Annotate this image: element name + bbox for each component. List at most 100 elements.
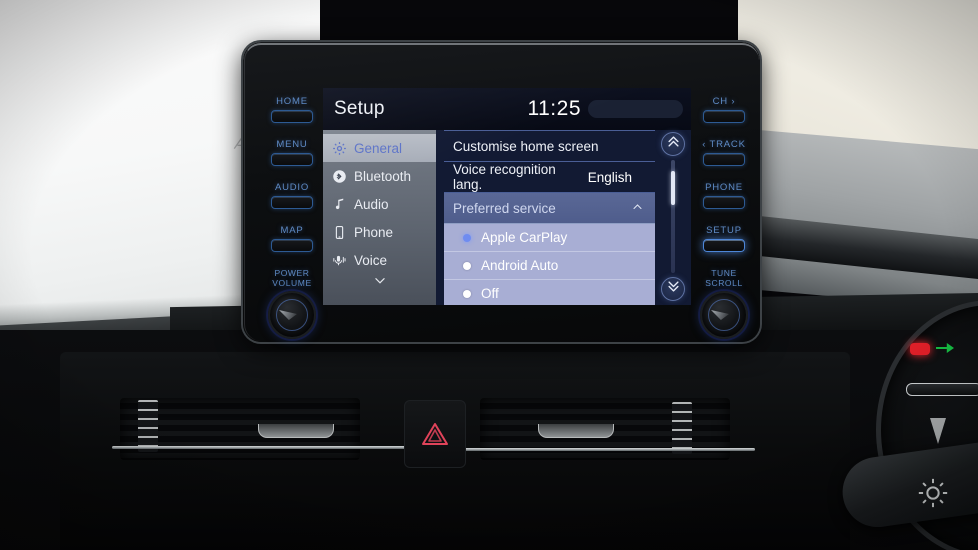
list-group-preferred-service[interactable]: Preferred service <box>444 193 655 224</box>
track-back-button-key[interactable] <box>703 153 745 166</box>
menu-button-label: MENU <box>276 139 308 150</box>
setup-button-key[interactable] <box>703 239 745 252</box>
map-button[interactable]: MAP <box>263 225 321 252</box>
sidebar-item-voice[interactable]: Voice <box>323 246 436 274</box>
map-button-label: MAP <box>280 225 304 236</box>
channel-up-button-key[interactable] <box>703 110 745 123</box>
menu-button-key[interactable] <box>271 153 313 166</box>
air-vent-left-handle[interactable] <box>258 424 334 438</box>
channel-up-button[interactable]: CH › <box>695 96 753 123</box>
vent-slider-left[interactable] <box>138 400 158 452</box>
power-volume-knob-group[interactable]: POWER VOLUME <box>263 268 321 339</box>
hardware-buttons-right: CH › ‹ TRACK PHONE SETUP TUNE SCROLL <box>695 96 753 355</box>
hardware-buttons-left: HOME MENU AUDIO MAP POWER VOLUME <box>263 96 321 355</box>
scroll-up-button[interactable] <box>661 132 685 156</box>
home-button[interactable]: HOME <box>263 96 321 123</box>
power-volume-label-line1: POWER <box>274 268 310 278</box>
radio-option-label: Android Auto <box>481 258 559 273</box>
track-back-button[interactable]: ‹ TRACK <box>695 139 753 166</box>
page-title: Setup <box>334 98 385 119</box>
sidebar-item-bluetooth[interactable]: Bluetooth <box>323 162 436 190</box>
phone-button[interactable]: PHONE <box>695 182 753 209</box>
status-pill <box>588 100 683 118</box>
phone-button-label: PHONE <box>705 182 743 193</box>
power-volume-label-line2: VOLUME <box>272 278 312 288</box>
audio-button[interactable]: AUDIO <box>263 182 321 209</box>
radio-option-off[interactable]: Off <box>444 280 655 305</box>
sidebar-item-general-label: General <box>354 140 403 156</box>
list-item-customise-home-screen[interactable]: Customise home screen <box>444 130 655 162</box>
cluster-needle <box>906 383 978 396</box>
sidebar-item-bluetooth-label: Bluetooth <box>354 168 412 184</box>
radio-dot <box>463 289 471 298</box>
chevron-up-icon <box>629 201 646 216</box>
home-button-key[interactable] <box>271 110 313 123</box>
air-vent-right-handle[interactable] <box>538 424 614 438</box>
power-volume-label: POWER VOLUME <box>263 268 321 288</box>
map-button-key[interactable] <box>271 239 313 252</box>
power-volume-knob[interactable] <box>268 291 316 339</box>
audio-button-label: AUDIO <box>274 182 310 193</box>
list-item-label: Voice recognition lang. <box>453 162 556 192</box>
screen-title-bar: Setup 11:25 <box>323 88 691 130</box>
radio-option-apple-carplay[interactable]: Apple CarPlay <box>444 224 655 252</box>
phone-icon <box>332 225 347 240</box>
radio-dot <box>463 261 471 270</box>
tune-scroll-label-line2: SCROLL <box>705 278 743 288</box>
tune-scroll-knob-group[interactable]: TUNE SCROLL <box>695 268 753 339</box>
cluster-pointer-icon <box>930 418 946 444</box>
setup-button[interactable]: SETUP <box>695 225 753 252</box>
list-group-label: Preferred service <box>453 200 556 216</box>
head-unit: HOME MENU AUDIO MAP POWER VOLUME CH › ‹ … <box>243 42 760 342</box>
car-interior-photo: HOME MENU AUDIO MAP POWER VOLUME CH › ‹ … <box>0 0 978 550</box>
list-item-label: Customise home screen <box>453 138 599 154</box>
sidebar-item-general[interactable]: General <box>323 134 436 162</box>
tune-scroll-knob[interactable] <box>700 291 748 339</box>
scrollbar-track[interactable] <box>671 160 675 273</box>
chrome-trim-left <box>112 446 412 449</box>
sidebar-item-phone-label: Phone <box>354 224 394 240</box>
scrollbar-thumb[interactable] <box>671 171 675 206</box>
knob-indicator-mark <box>279 310 297 320</box>
tune-scroll-label-line1: TUNE <box>711 268 737 278</box>
setup-button-label: SETUP <box>706 225 742 236</box>
sidebar-scroll-down-button[interactable] <box>323 274 436 293</box>
music-note-icon <box>332 197 347 212</box>
screen-body: General Bluetooth Audio Phone Voice Cust… <box>323 130 691 305</box>
sidebar-item-audio-label: Audio <box>354 196 389 212</box>
list-item-value: English <box>587 169 632 185</box>
radio-option-label: Apple CarPlay <box>481 230 568 245</box>
double-chevron-down-icon <box>666 279 681 299</box>
chrome-trim-right <box>455 448 755 451</box>
radio-dot-selected <box>463 233 471 242</box>
sidebar-item-phone[interactable]: Phone <box>323 218 436 246</box>
knob-indicator-mark <box>711 310 729 320</box>
settings-sidebar: General Bluetooth Audio Phone Voice <box>323 130 436 305</box>
settings-list: Customise home screen Voice recognition … <box>444 130 655 305</box>
microphone-icon <box>332 253 347 268</box>
clock: 11:25 <box>527 97 581 120</box>
infotainment-screen[interactable]: Setup 11:25 General Bluetooth Audio Phon… <box>323 88 691 305</box>
phone-button-key[interactable] <box>703 196 745 209</box>
scrollbar[interactable] <box>657 130 689 305</box>
vent-slider-right[interactable] <box>672 402 692 454</box>
red-warning-indicator-icon <box>910 343 930 355</box>
double-chevron-up-icon <box>666 134 681 154</box>
radio-option-android-auto[interactable]: Android Auto <box>444 252 655 280</box>
chevron-down-icon <box>370 274 390 293</box>
tune-scroll-label: TUNE SCROLL <box>695 268 753 288</box>
sidebar-item-audio[interactable]: Audio <box>323 190 436 218</box>
headlight-sun-icon <box>916 476 950 510</box>
channel-up-button-label: CH › <box>712 96 736 107</box>
list-item-voice-recognition-lang[interactable]: Voice recognition lang. English <box>444 162 655 193</box>
settings-content: Customise home screen Voice recognition … <box>436 130 691 305</box>
sidebar-item-voice-label: Voice <box>354 252 388 268</box>
audio-button-key[interactable] <box>271 196 313 209</box>
track-back-button-label: ‹ TRACK <box>702 139 746 150</box>
scroll-down-button[interactable] <box>661 277 685 301</box>
radio-option-label: Off <box>481 286 499 301</box>
hazard-warning-button[interactable] <box>404 400 466 468</box>
home-button-label: HOME <box>276 96 308 107</box>
menu-button[interactable]: MENU <box>263 139 321 166</box>
bluetooth-icon <box>332 169 347 184</box>
